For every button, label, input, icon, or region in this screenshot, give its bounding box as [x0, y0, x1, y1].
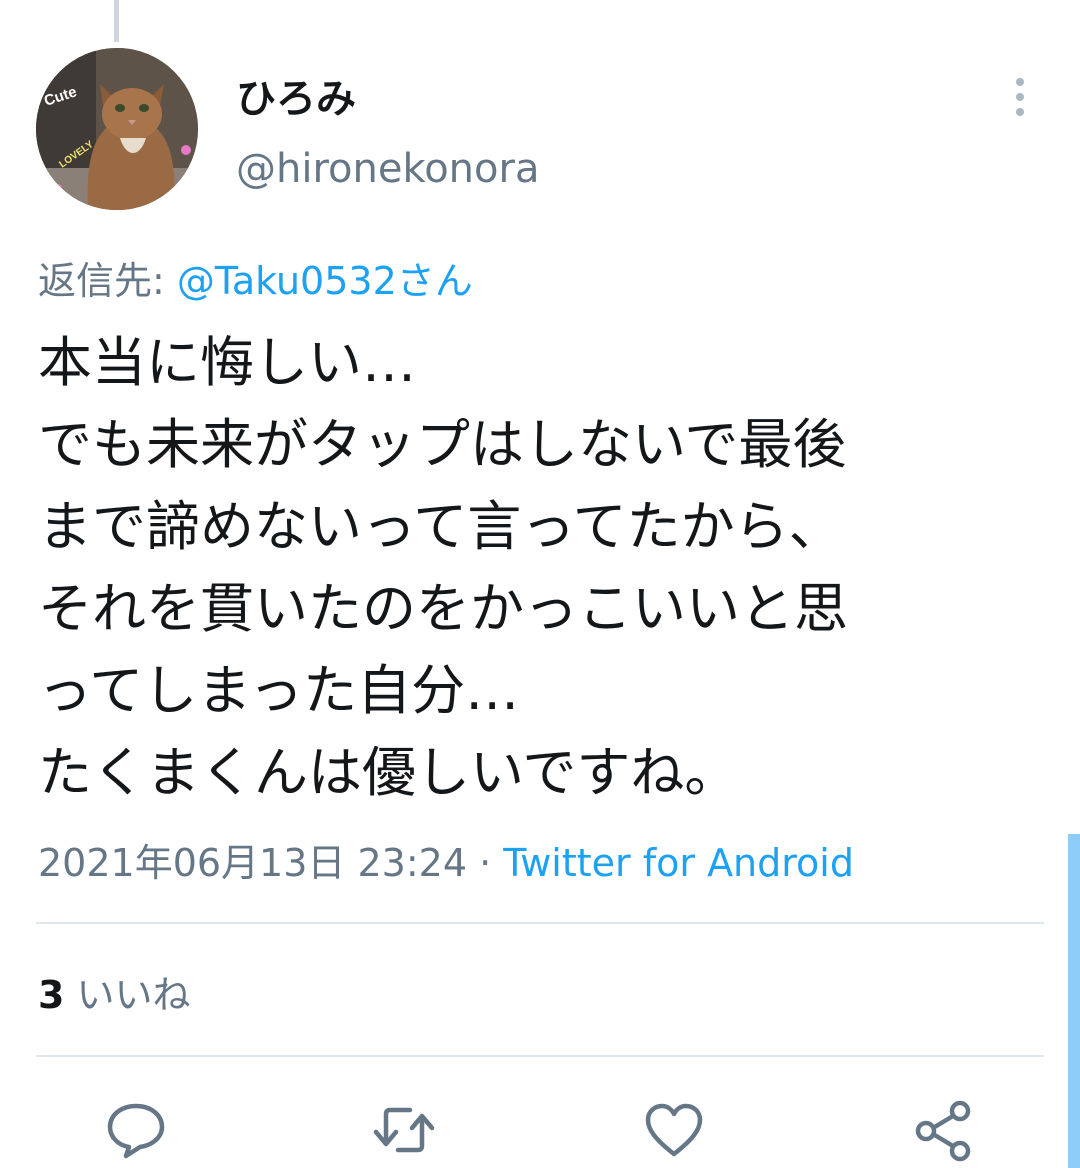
- tweet-source-link[interactable]: Twitter for Android: [503, 841, 854, 885]
- reply-to-label: 返信先:: [38, 259, 165, 303]
- more-dot: [1016, 93, 1024, 101]
- divider: [36, 922, 1044, 924]
- more-dot: [1016, 78, 1024, 86]
- more-dot: [1016, 108, 1024, 116]
- reply-icon: [107, 1103, 165, 1159]
- reply-to-mention-link[interactable]: @Taku0532さん: [177, 259, 473, 303]
- user-handle[interactable]: @hironekonora: [236, 146, 539, 192]
- likes-summary[interactable]: 3 いいね: [38, 964, 191, 1019]
- retweet-button[interactable]: [372, 1098, 436, 1162]
- display-name[interactable]: ひろみ: [236, 66, 356, 124]
- avatar[interactable]: Cute LOVELY: [36, 48, 198, 210]
- reply-button[interactable]: [104, 1098, 168, 1162]
- thread-connector-line: [114, 0, 119, 42]
- reply-to-line: 返信先: @Taku0532さん: [38, 250, 473, 305]
- likes-label: いいね: [76, 973, 191, 1017]
- like-icon: [645, 1103, 703, 1157]
- tweet-timestamp[interactable]: 2021年06月13日 23:24: [38, 841, 467, 885]
- avatar-cat-image: Cute LOVELY: [36, 48, 198, 210]
- like-button[interactable]: [642, 1098, 706, 1162]
- meta-separator: ·: [479, 841, 492, 885]
- tweet-meta: 2021年06月13日 23:24 · Twitter for Android: [38, 832, 854, 887]
- retweet-icon: [373, 1107, 435, 1153]
- scrollbar[interactable]: [1068, 834, 1080, 1168]
- share-icon: [915, 1100, 971, 1162]
- more-options-button[interactable]: [1000, 72, 1040, 122]
- tweet-text: 本当に悔しい… でも未来がタップはしないで最後 まで諦めないって言ってたから、 …: [38, 331, 848, 804]
- divider: [36, 1055, 1044, 1057]
- share-button[interactable]: [912, 1098, 976, 1162]
- likes-count: 3: [38, 973, 65, 1017]
